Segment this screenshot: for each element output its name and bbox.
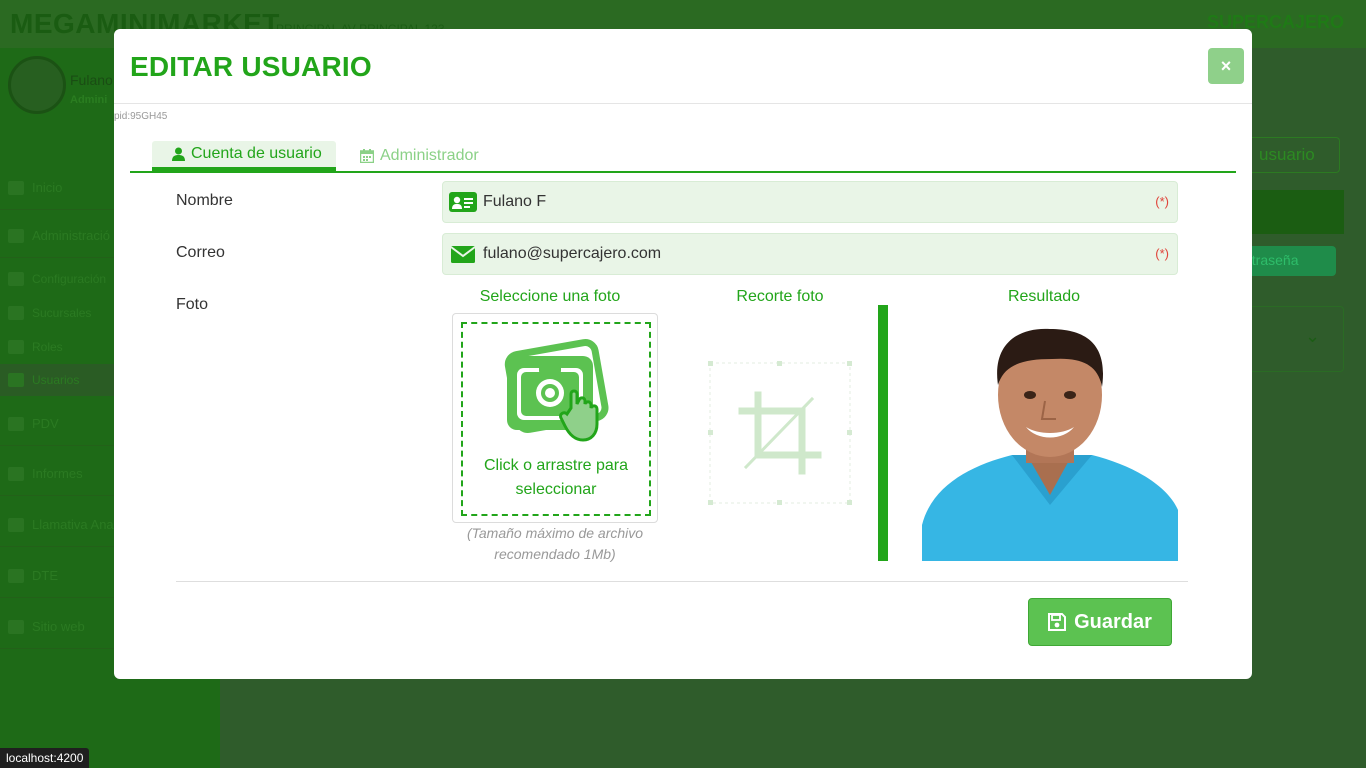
dropzone-text-line1: Click o arrastre para — [483, 457, 629, 474]
name-field[interactable]: Fulano F (*) — [442, 181, 1178, 223]
status-bar-url: localhost:4200 — [0, 748, 90, 768]
mask-icon — [8, 340, 24, 354]
select-photo-title: Seleccione una foto — [479, 288, 621, 305]
close-button[interactable]: × — [1208, 48, 1244, 84]
camera-upload-icon — [504, 339, 609, 442]
email-field[interactable]: fulano@supercajero.com (*) — [442, 233, 1178, 275]
save-button-label: Guardar — [1074, 610, 1152, 633]
sidebar-user-role: Admini — [70, 94, 108, 106]
dte-icon — [8, 568, 24, 583]
gear-icon — [8, 228, 24, 243]
user-photo-image — [922, 305, 1178, 561]
change-password-button[interactable]: ntraseña — [1238, 246, 1336, 276]
crop-icon — [738, 391, 822, 475]
name-label: Nombre — [176, 192, 233, 209]
table-header-bar — [1238, 190, 1344, 234]
report-icon — [8, 466, 24, 481]
tab-administrador[interactable]: Administrador — [360, 141, 479, 171]
cart-icon — [8, 619, 24, 634]
modal-header: EDITAR USUARIO × — [114, 29, 1252, 104]
gears-icon — [8, 272, 24, 286]
save-button[interactable]: Guardar — [1028, 598, 1172, 646]
email-value: fulano@supercajero.com — [483, 245, 662, 262]
floppy-disk-icon — [1048, 613, 1067, 631]
pos-icon — [8, 416, 24, 431]
chevron-down-icon[interactable]: ⌄ — [1305, 326, 1320, 347]
megaphone-icon — [8, 517, 24, 532]
close-icon: × — [1220, 55, 1232, 76]
new-user-button[interactable]: usuario — [1238, 137, 1340, 173]
avatar — [8, 56, 66, 114]
required-marker: (*) — [1155, 246, 1169, 261]
home-icon — [8, 180, 24, 195]
crop-frame — [708, 361, 852, 505]
collapsible-card[interactable] — [1238, 306, 1344, 372]
crop-photo-title: Recorte foto — [736, 288, 824, 305]
user-icon — [172, 147, 185, 161]
photo-dropzone[interactable]: Click o arrastre para seleccionar — [452, 313, 658, 523]
id-card-icon — [449, 192, 477, 212]
name-value: Fulano F — [483, 193, 547, 210]
envelope-icon — [450, 246, 476, 263]
dropzone-text-line2: seleccionar — [515, 481, 597, 498]
modal-title: EDITAR USUARIO — [130, 51, 372, 82]
file-size-hint-line2: recomendado 1Mb) — [494, 546, 616, 562]
calendar-icon — [360, 149, 374, 163]
edit-user-modal: EDITAR USUARIO × pid:95GH45 Cuenta de us… — [114, 29, 1252, 679]
footer-divider — [176, 581, 1188, 582]
file-size-hint-line1: (Tamaño máximo de archivo — [466, 525, 644, 541]
tab-bar: Cuenta de usuario Administrador — [130, 141, 1236, 173]
photo-label: Foto — [176, 296, 209, 313]
required-marker: (*) — [1155, 194, 1169, 209]
page-id: pid:95GH45 — [114, 111, 168, 122]
store-icon — [8, 306, 24, 320]
user-circle-icon — [8, 373, 24, 387]
tab-cuenta-de-usuario[interactable]: Cuenta de usuario — [152, 141, 336, 171]
crop-area[interactable] — [708, 361, 852, 505]
result-photo — [922, 305, 1178, 561]
email-label: Correo — [176, 244, 225, 261]
sidebar-user-name: Fulano — [70, 72, 113, 88]
result-title: Resultado — [1007, 288, 1081, 305]
divider-bar — [878, 305, 888, 561]
